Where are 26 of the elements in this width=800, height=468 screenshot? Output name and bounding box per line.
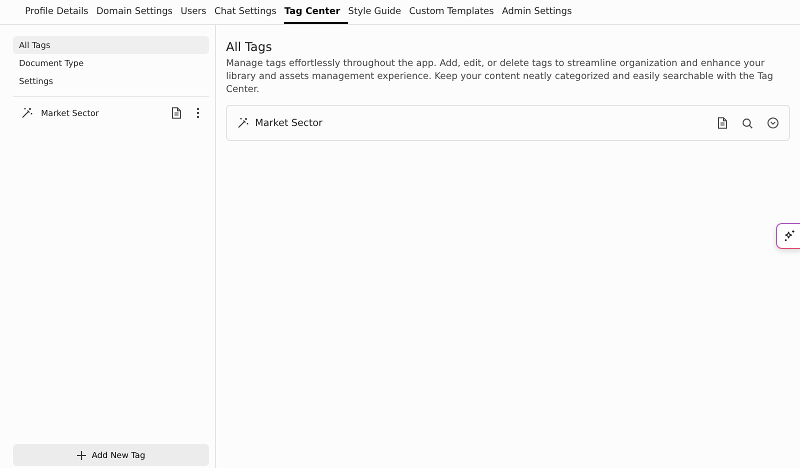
magic-wand-icon <box>21 107 33 119</box>
magic-wand-icon <box>237 117 249 129</box>
more-options-icon[interactable] <box>196 107 200 119</box>
tab[interactable]: Domain Settings <box>96 0 181 24</box>
tab[interactable]: Admin Settings <box>502 0 580 24</box>
tab[interactable]: Users <box>180 0 214 24</box>
tab[interactable]: Style Guide <box>348 0 410 24</box>
tab[interactable]: Tag Center <box>284 0 348 24</box>
expand-icon[interactable] <box>767 117 779 129</box>
sparkle-icon <box>783 229 796 243</box>
document-icon[interactable] <box>171 107 182 119</box>
ai-assistant-button[interactable] <box>776 223 800 249</box>
tab[interactable]: Chat Settings <box>214 0 284 24</box>
page-title: All Tags <box>226 40 273 54</box>
add-new-tag-button[interactable]: Add New Tag <box>13 444 209 466</box>
sidebar-item[interactable]: All Tags <box>13 36 209 54</box>
tag-name: Market Sector <box>255 118 324 128</box>
tag-name: Market Sector <box>41 108 100 118</box>
page-description: Manage tags effortlessly throughout the app. Add, edit, or delete tags to streamline organization and enhance your library and assets management experience. Keep your content neatly categorized and easily searchable with the Tag Center. <box>226 57 774 96</box>
plus-icon <box>76 450 86 460</box>
search-icon[interactable] <box>742 118 753 128</box>
tab[interactable]: Profile Details <box>25 0 96 24</box>
tab[interactable]: Custom Templates <box>409 0 502 24</box>
document-icon[interactable] <box>717 117 728 129</box>
sidebar-item[interactable]: Settings <box>13 72 209 90</box>
sidebar-item[interactable]: Document Type <box>13 54 209 72</box>
